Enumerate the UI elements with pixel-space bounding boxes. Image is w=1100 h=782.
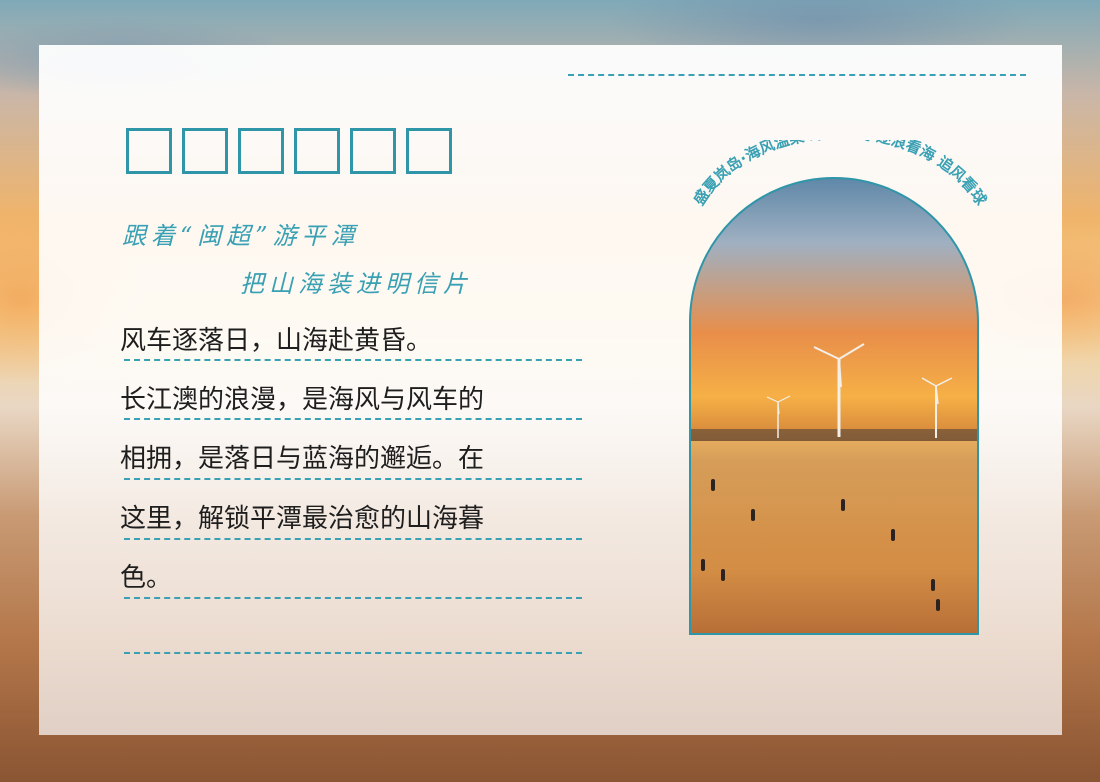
beach-visitor (936, 599, 940, 611)
beach-visitor (711, 479, 715, 491)
beach-visitor (751, 509, 755, 521)
body-line: 相拥，是落日与蓝海的邂逅。在 (120, 444, 485, 474)
body-line: 色。 (120, 563, 173, 593)
body-line: 这里，解锁平潭最治愈的山海暮 (120, 504, 485, 534)
dashed-rule (124, 359, 582, 361)
title-box (182, 128, 228, 174)
beach-visitor (841, 499, 845, 511)
title-box (350, 128, 396, 174)
title-box (406, 128, 452, 174)
body-line: 风车逐落日，山海赴黄昏。 (120, 326, 433, 356)
beach-visitor (891, 529, 895, 541)
beach-visitor (701, 559, 705, 571)
title-box (238, 128, 284, 174)
body-line: 长江澳的浪漫，是海风与风车的 (120, 385, 485, 415)
title-placeholder-boxes (126, 128, 452, 174)
dashed-rule (124, 418, 582, 420)
beach-visitor (721, 569, 725, 581)
title-box (294, 128, 340, 174)
title-box (126, 128, 172, 174)
subtitle-line-2: 把山海装进明信片 (240, 270, 472, 298)
wind-turbine-icon (921, 377, 953, 438)
beach-visitor (931, 579, 935, 591)
wind-turbine-icon (766, 395, 791, 438)
dashed-rule (124, 652, 582, 654)
subtitle-line-1: 跟着“闽超”游平潭 (122, 222, 360, 250)
beach-water (691, 441, 977, 633)
dashed-rule (124, 597, 582, 599)
wind-turbine-icon (813, 343, 865, 437)
dashed-rule (124, 478, 582, 480)
dashed-rule (124, 538, 582, 540)
photo-arch-window (689, 177, 979, 635)
top-dashed-rule (568, 74, 1026, 76)
